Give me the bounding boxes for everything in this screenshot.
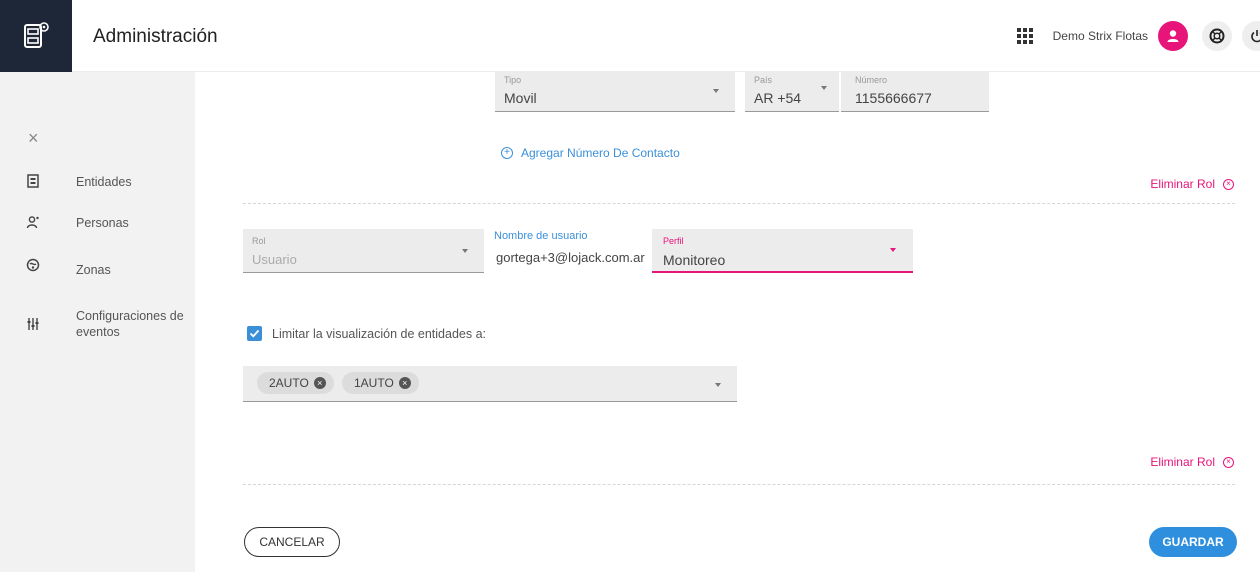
header-actions: Demo Strix Flotas xyxy=(1016,20,1260,52)
pais-select[interactable]: País AR +54 xyxy=(745,72,839,112)
logout-button[interactable] xyxy=(1242,21,1260,51)
app-logo[interactable] xyxy=(0,0,72,72)
limit-entities-label: Limitar la visualización de entidades a: xyxy=(272,326,487,341)
perfil-select[interactable]: Perfil Monitoreo xyxy=(652,229,913,273)
username-label: Nombre de usuario xyxy=(494,230,588,242)
remove-circle-icon: × xyxy=(1223,178,1234,190)
user-avatar[interactable] xyxy=(1158,21,1188,51)
chip-label: 1AUTO xyxy=(354,376,394,390)
building-icon xyxy=(27,174,39,188)
numero-label: Número xyxy=(855,75,888,85)
tipo-select[interactable]: Tipo Movil xyxy=(495,72,735,112)
perfil-label: Perfil xyxy=(663,236,684,246)
section-divider xyxy=(243,203,1235,204)
numero-field[interactable]: Número 1155666677 xyxy=(841,72,989,112)
add-contact-label: Agregar Número De Contacto xyxy=(521,146,680,160)
username-value[interactable]: gortega+3@lojack.com.ar xyxy=(496,250,645,265)
chevron-down-icon xyxy=(715,383,721,387)
sidebar: × Entidades Personas Zonas Configuracion… xyxy=(0,72,195,572)
pais-value: AR +54 xyxy=(754,90,802,106)
close-icon[interactable]: × xyxy=(28,128,39,149)
lifebuoy-icon xyxy=(1209,28,1225,44)
pais-label: País xyxy=(754,75,773,85)
app-title: Administración xyxy=(93,26,218,47)
entity-chip[interactable]: 1AUTO × xyxy=(342,372,419,394)
limit-entities-checkbox[interactable] xyxy=(247,326,262,341)
user-icon xyxy=(1167,30,1179,42)
entities-multiselect[interactable]: 2AUTO × 1AUTO × xyxy=(243,366,737,402)
eliminar-rol-label: Eliminar Rol xyxy=(1150,177,1215,191)
check-icon xyxy=(249,329,260,338)
perfil-value: Monitoreo xyxy=(663,252,726,268)
rol-label: Rol xyxy=(252,236,266,246)
limit-entities-option[interactable]: Limitar la visualización de entidades a: xyxy=(247,326,486,341)
eliminar-rol-button[interactable]: Eliminar Rol × xyxy=(1150,177,1234,191)
sliders-icon xyxy=(27,318,39,330)
tipo-value: Movil xyxy=(504,90,537,106)
tipo-label: Tipo xyxy=(504,75,522,85)
chevron-down-icon xyxy=(821,86,827,90)
numero-value: 1155666677 xyxy=(855,90,932,106)
sidebar-item-label: Zonas xyxy=(76,263,111,277)
chevron-down-icon xyxy=(890,248,896,252)
help-button[interactable] xyxy=(1202,21,1232,51)
chevron-down-icon xyxy=(713,89,719,93)
sidebar-item-label: Configuraciones de eventos xyxy=(76,309,184,339)
apps-grid-icon[interactable] xyxy=(1016,28,1033,44)
remove-chip-icon[interactable]: × xyxy=(313,377,326,389)
fleet-admin-logo-icon xyxy=(24,22,49,48)
chip-label: 2AUTO xyxy=(269,376,309,390)
chevron-down-icon xyxy=(462,249,468,253)
section-divider xyxy=(243,484,1235,485)
user-name[interactable]: Demo Strix Flotas xyxy=(1053,29,1148,43)
power-icon xyxy=(1251,30,1260,43)
add-circle-icon: + xyxy=(501,147,513,159)
save-button[interactable]: GUARDAR xyxy=(1149,527,1237,557)
rol-value: Usuario xyxy=(252,252,297,267)
eliminar-rol-label: Eliminar Rol xyxy=(1150,455,1215,469)
sidebar-item-label: Personas xyxy=(76,216,129,230)
add-contact-link[interactable]: + Agregar Número De Contacto xyxy=(501,146,680,160)
map-zones-icon xyxy=(26,258,40,272)
rol-select[interactable]: Rol Usuario xyxy=(243,229,484,273)
remove-chip-icon[interactable]: × xyxy=(398,377,411,389)
top-bar: Administración Demo Strix Flotas xyxy=(0,0,1260,72)
eliminar-rol-button[interactable]: Eliminar Rol × xyxy=(1150,455,1234,469)
remove-circle-icon: × xyxy=(1223,456,1234,468)
main-panel: Tipo Movil País AR +54 Número 1155666677… xyxy=(195,72,1260,572)
cancel-button[interactable]: CANCELAR xyxy=(244,527,340,557)
sidebar-item-label: Entidades xyxy=(76,175,132,189)
entity-chip[interactable]: 2AUTO × xyxy=(257,372,334,394)
people-icon xyxy=(26,216,39,229)
